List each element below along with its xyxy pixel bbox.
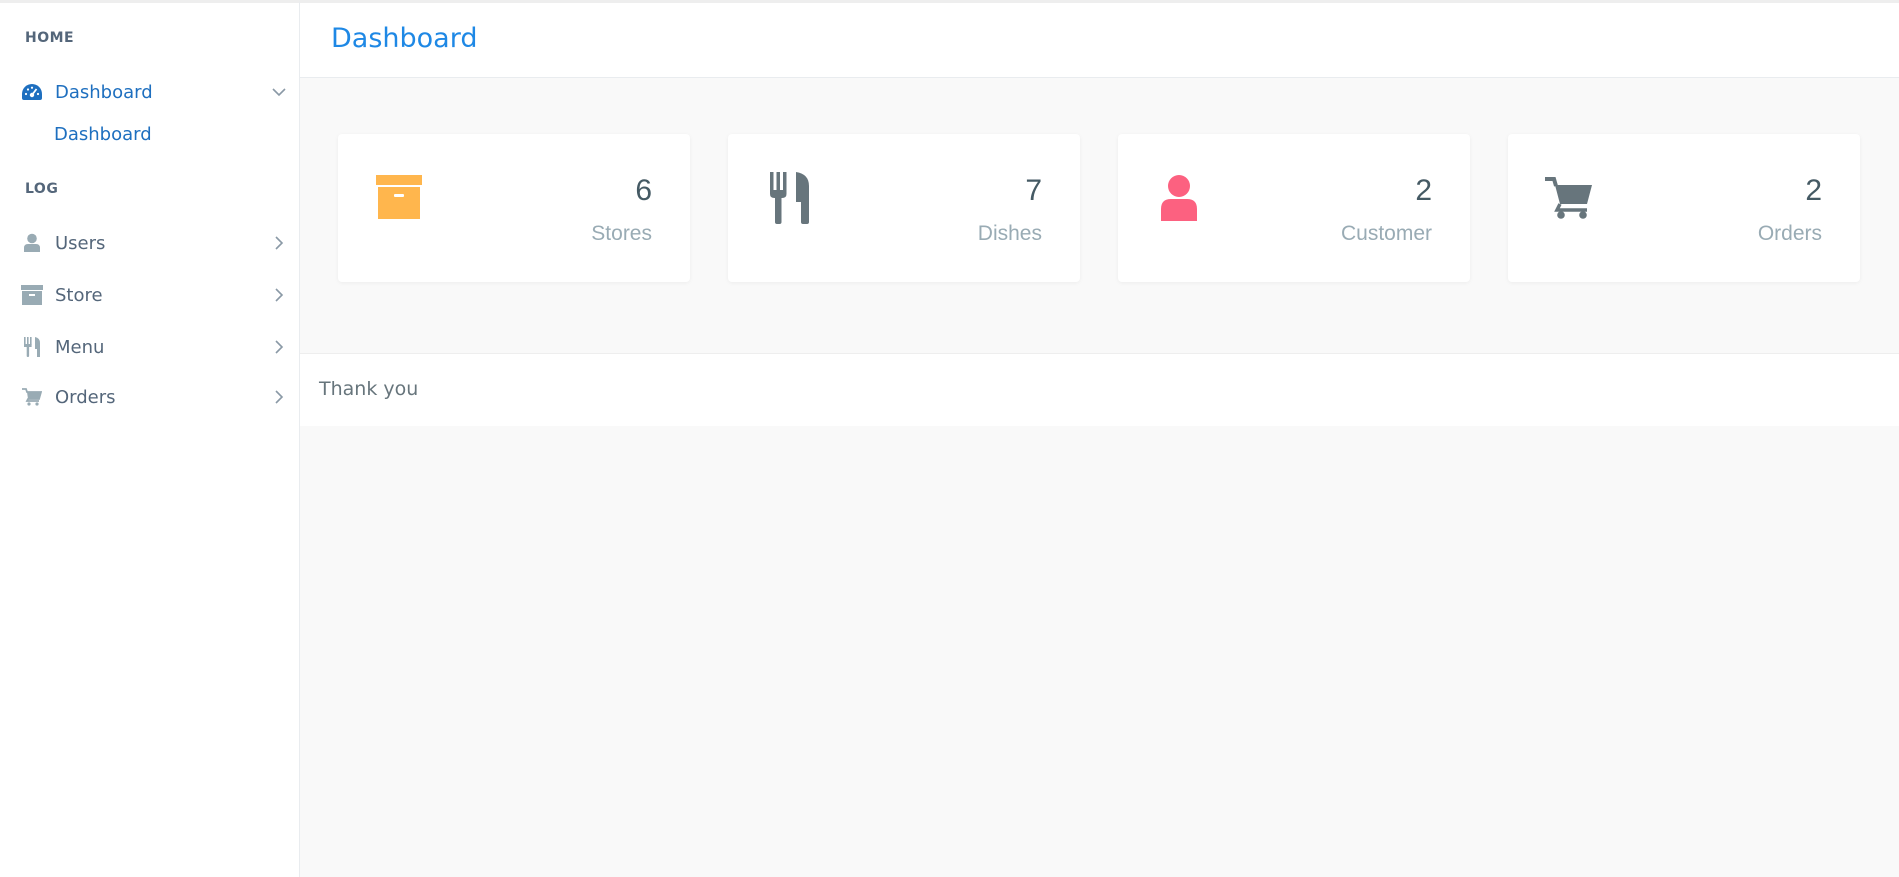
dashboard-icon <box>21 81 43 103</box>
sidebar-subitem-dashboard[interactable]: Dashboard <box>54 124 152 145</box>
nav-section-home: HOME <box>25 30 75 46</box>
stat-label: Stores <box>591 222 652 245</box>
stat-value: 7 <box>1025 174 1042 207</box>
stat-value: 6 <box>635 174 652 207</box>
user-icon <box>21 232 43 254</box>
sidebar-item-label: Orders <box>55 386 116 408</box>
cutlery-icon <box>21 336 43 358</box>
nav-section-log: LOG <box>25 181 59 197</box>
stat-label: Dishes <box>977 222 1042 245</box>
sidebar: HOME Dashboard Dashboard LOG Users Store… <box>0 0 300 877</box>
cart-icon <box>21 386 43 408</box>
sidebar-item-orders[interactable]: Orders <box>0 377 300 417</box>
stat-value: 2 <box>1805 174 1822 207</box>
sidebar-item-store[interactable]: Store <box>0 275 300 315</box>
chevron-right-icon <box>272 390 286 404</box>
user-icon <box>1154 170 1204 226</box>
sidebar-item-users[interactable]: Users <box>0 223 300 263</box>
archive-icon <box>374 170 424 226</box>
stat-card-dishes: 7 Dishes <box>728 134 1080 282</box>
cart-icon <box>1544 170 1594 226</box>
sidebar-item-label: Menu <box>55 336 105 358</box>
cutlery-icon <box>764 170 814 226</box>
sidebar-item-menu[interactable]: Menu <box>0 327 300 367</box>
footer: Thank you <box>300 353 1899 426</box>
chevron-right-icon <box>272 236 286 250</box>
stat-card-stores: 6 Stores <box>338 134 690 282</box>
chevron-down-icon <box>272 85 286 99</box>
sidebar-item-dashboard[interactable]: Dashboard <box>0 72 300 112</box>
sidebar-item-label: Users <box>55 232 106 254</box>
stat-value: 2 <box>1415 174 1432 207</box>
footer-text: Thank you <box>319 378 419 400</box>
archive-icon <box>21 284 43 306</box>
stat-label: Orders <box>1757 222 1822 245</box>
stat-label: Customer <box>1340 222 1432 245</box>
sidebar-item-label: Dashboard <box>55 81 153 103</box>
stat-card-orders: 2 Orders <box>1508 134 1860 282</box>
page-title: Dashboard <box>331 23 478 54</box>
chevron-right-icon <box>272 288 286 302</box>
page-header: Dashboard <box>300 0 1899 78</box>
sidebar-item-label: Store <box>55 284 103 306</box>
chevron-right-icon <box>272 340 286 354</box>
stat-card-customer: 2 Customer <box>1118 134 1470 282</box>
